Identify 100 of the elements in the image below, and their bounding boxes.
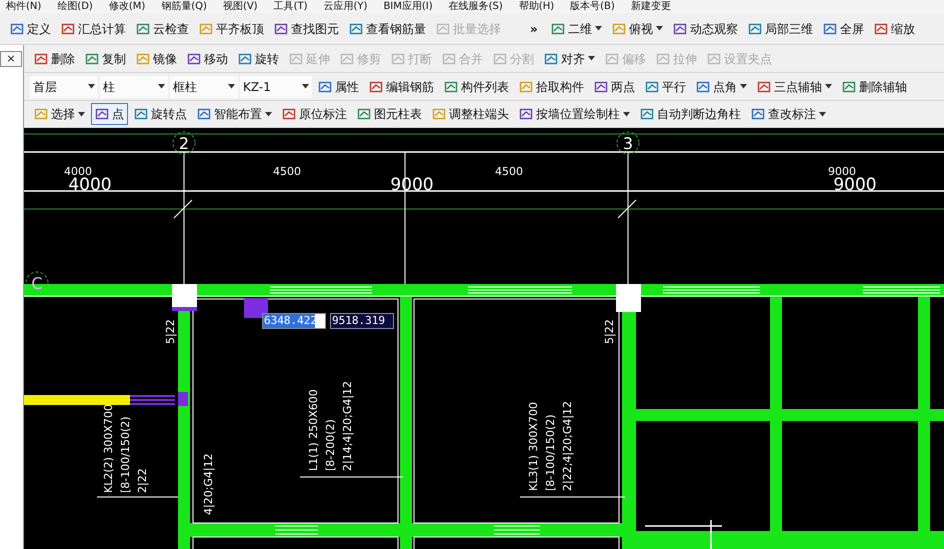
tool-icon (444, 80, 458, 94)
tool-icon (10, 22, 24, 36)
toolbar-button[interactable]: 旋转 (234, 48, 283, 70)
caret-icon (656, 26, 663, 31)
crosshair-cursor-icon (645, 520, 722, 549)
coordinate-input[interactable]: 6348.422 (262, 313, 326, 329)
toolbar-button[interactable]: 原位标注 (278, 103, 351, 125)
toolbar-button[interactable]: 查找图元 (270, 18, 343, 40)
toolbar-dropdown[interactable]: 对齐 (540, 48, 599, 70)
more-button[interactable]: » (527, 18, 541, 40)
coordinate-input[interactable]: 9518.319 (330, 313, 394, 329)
tool-icon (274, 22, 288, 36)
caret-icon (265, 112, 272, 116)
close-button[interactable]: × (0, 51, 22, 67)
toolbar-button[interactable]: 调整柱端头 (428, 103, 513, 125)
tool-icon (187, 52, 201, 66)
rebar-annotation: 5|22 (603, 319, 616, 344)
tool-icon (544, 52, 558, 66)
rebar-annotation: KL3(1) 300X700 (527, 402, 540, 491)
toolbar-dropdown[interactable]: 点角 (692, 76, 751, 98)
toolbar-button[interactable]: 全屏 (818, 18, 868, 40)
toolbar-button[interactable]: 局部三维 (744, 18, 817, 40)
rebar-annotation: [8-200(2) (324, 419, 337, 471)
menu-item[interactable]: 云应用(Y) (324, 0, 368, 12)
tool-icon (289, 52, 303, 66)
tool-icon (136, 52, 150, 66)
dimension-label: 4000 (64, 165, 92, 178)
toolbar-button[interactable]: 编辑钢筋 (365, 76, 438, 98)
rebar-annotation: L1(1) 250X600 (307, 389, 320, 471)
level-select[interactable]: 柱 (100, 76, 168, 98)
caret-icon (588, 56, 595, 61)
toolbar-button[interactable]: 移动 (183, 48, 232, 70)
menu-item[interactable]: 新建变更 (630, 0, 671, 12)
tool-icon (493, 52, 507, 66)
dimension-label: 4500 (273, 165, 301, 178)
toolbar-dropdown[interactable]: 选择 (30, 103, 89, 125)
tool-icon (197, 107, 211, 121)
toolbar-button[interactable]: 定义 (6, 18, 55, 40)
menu-item[interactable]: BIM应用(I) (383, 0, 433, 12)
toolbar-dropdown[interactable]: 二维 (546, 18, 606, 40)
caret-icon (594, 26, 602, 31)
toolbar-button[interactable]: 自动判断边角柱 (636, 103, 745, 125)
rebar-annotation: [8-100/150(2) (544, 414, 557, 491)
level-select[interactable]: 框柱 (170, 76, 238, 98)
axis-label: 3 (622, 134, 634, 153)
tool-icon (136, 22, 150, 36)
toolbar-dropdown[interactable]: 俯视 (608, 18, 667, 40)
toolbar-button[interactable]: 云检查 (132, 18, 193, 40)
toolbar-button[interactable]: 查看钢筋量 (345, 18, 430, 40)
dimension-label: 9000 (828, 165, 856, 178)
tool-icon (61, 22, 75, 36)
tool-icon (349, 22, 363, 36)
menu-item[interactable]: 帮助(H) (518, 0, 554, 12)
toolbar-dropdown[interactable]: 查改标注 (747, 103, 830, 125)
toolbar-button[interactable]: 两点 (590, 76, 639, 98)
toolbar-button[interactable]: 汇总计算 (57, 18, 130, 40)
toolbar-button[interactable]: 图元柱表 (353, 103, 426, 125)
toolbar-button[interactable]: 属性 (314, 76, 363, 98)
menu-item[interactable]: 修改(M) (108, 0, 146, 12)
toolbar-button[interactable]: 动态观察 (668, 18, 742, 40)
toolbar-dropdown[interactable]: 按墙位置绘制柱 (515, 103, 634, 125)
toolbar-button[interactable]: 拾取构件 (515, 76, 588, 98)
menu-item[interactable]: 视图(V) (222, 0, 258, 12)
toolbar-button[interactable]: 镜像 (132, 48, 181, 70)
caret-icon (78, 112, 85, 116)
tool-icon (199, 22, 213, 36)
toolbar-button[interactable]: 删除辅轴 (838, 76, 911, 98)
caret-icon (88, 84, 95, 89)
toolbar-dropdown[interactable]: 三点辅轴 (753, 76, 836, 98)
tool-icon (85, 52, 99, 66)
toolbar-button[interactable]: 平行 (641, 76, 690, 98)
menu-item[interactable]: 工具(T) (274, 0, 308, 12)
toolbar-button[interactable]: 复制 (81, 48, 130, 70)
toolbar-button[interactable]: 旋转点 (130, 103, 191, 125)
toolbar-button[interactable]: 删除 (30, 48, 79, 70)
tool-icon (605, 52, 619, 66)
toolbar-button[interactable]: 平齐板顶 (195, 18, 268, 40)
toolbar-button[interactable]: 缩放 (870, 18, 919, 40)
tool-icon (696, 80, 710, 94)
tool-icon (134, 107, 148, 121)
caret-icon (158, 84, 165, 89)
menu-item[interactable]: 版本号(B) (570, 0, 615, 12)
dimension-label: 4500 (495, 165, 523, 178)
menu-item[interactable]: 在线服务(S) (448, 0, 503, 12)
level-select[interactable]: KZ-1 (240, 76, 312, 98)
caret-icon (302, 84, 309, 89)
tool-icon (751, 107, 765, 121)
tool-icon (391, 52, 405, 66)
toolbar-dropdown[interactable]: 智能布置 (193, 103, 276, 125)
toolbar-button[interactable]: 点 (91, 103, 128, 125)
menu-item[interactable]: 构件(N) (6, 0, 42, 12)
tool-icon (656, 52, 670, 66)
tool-icon (340, 52, 354, 66)
dimension-label: 9000 (833, 175, 877, 195)
menu-item[interactable]: 钢筋量(Q) (161, 0, 207, 12)
toolbar-button[interactable]: 构件列表 (440, 76, 513, 98)
tool-icon (357, 107, 371, 121)
level-select[interactable]: 首层 (30, 76, 98, 98)
tool-icon (748, 22, 762, 36)
menu-item[interactable]: 绘图(D) (57, 0, 93, 12)
